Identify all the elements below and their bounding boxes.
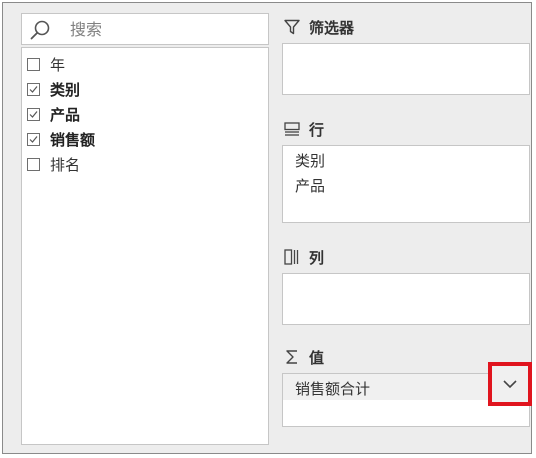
field-item-year[interactable]: 年 <box>27 52 257 76</box>
values-title: 值 <box>309 348 325 367</box>
field-item-product[interactable]: 产品 <box>27 102 257 126</box>
field-checkbox-sales[interactable] <box>27 132 40 146</box>
check-icon <box>29 110 38 118</box>
field-label: 销售额 <box>50 130 96 149</box>
check-icon <box>29 135 38 143</box>
field-label: 类别 <box>50 80 81 99</box>
chevron-down-icon <box>503 380 517 389</box>
filters-header: 筛选器 <box>283 15 523 39</box>
field-label: 年 <box>50 55 66 74</box>
values-item-dropdown-button[interactable] <box>488 362 532 406</box>
rows-item[interactable]: 产品 <box>295 175 325 196</box>
rows-item[interactable]: 类别 <box>295 150 325 171</box>
rows-header: 行 <box>283 117 523 141</box>
filters-title: 筛选器 <box>309 18 355 37</box>
field-checkbox-year[interactable] <box>27 57 40 71</box>
search-input[interactable] <box>70 14 260 44</box>
columns-header: 列 <box>283 245 523 269</box>
field-label: 排名 <box>50 155 81 174</box>
filters-drop-area[interactable] <box>282 43 530 95</box>
field-checkbox-rank[interactable] <box>27 157 40 171</box>
columns-title: 列 <box>309 248 325 267</box>
search-box[interactable] <box>21 13 269 45</box>
values-header: 值 <box>283 345 523 369</box>
field-list: 年 类别 产品 销售额 排名 <box>21 47 269 445</box>
pivot-field-list-panel: 年 类别 产品 销售额 <box>2 2 532 454</box>
field-checkbox-product[interactable] <box>27 107 40 121</box>
columns-icon <box>284 249 299 265</box>
columns-drop-area[interactable] <box>282 273 530 325</box>
rows-title: 行 <box>309 120 325 139</box>
check-icon <box>29 85 38 93</box>
field-item-sales[interactable]: 销售额 <box>27 127 257 151</box>
filter-icon <box>284 19 300 35</box>
sigma-icon <box>286 350 297 364</box>
field-checkbox-category[interactable] <box>27 82 40 96</box>
search-icon <box>30 20 50 40</box>
field-item-rank[interactable]: 排名 <box>27 152 257 176</box>
field-item-category[interactable]: 类别 <box>27 77 257 101</box>
field-label: 产品 <box>50 105 81 124</box>
rows-icon <box>284 122 300 136</box>
values-item: 销售额合计 <box>295 380 371 398</box>
rows-drop-area[interactable]: 类别 产品 <box>282 145 530 223</box>
